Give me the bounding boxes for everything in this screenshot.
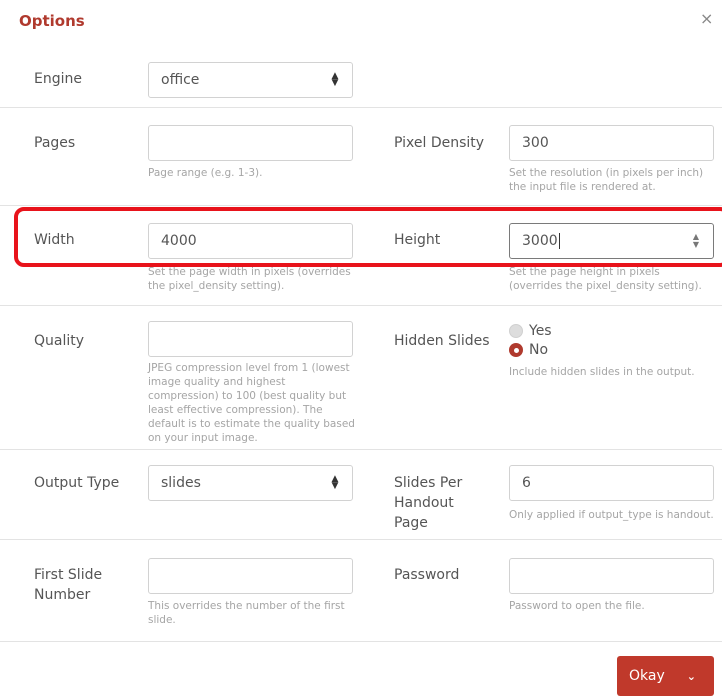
hidden-slides-help: Include hidden slides in the output.: [509, 366, 695, 378]
dialog-header: Options ×: [0, 0, 722, 44]
width-label: Width: [34, 232, 75, 248]
first-slide-number-help: This overrides the number of the first s…: [148, 600, 345, 626]
height-label: Height: [394, 232, 441, 248]
password-help: Password to open the file.: [509, 600, 645, 612]
row-pages: Pages Page range (e.g. 1-3). Pixel Densi…: [0, 108, 722, 206]
close-icon[interactable]: ×: [700, 11, 713, 27]
quality-input[interactable]: [148, 321, 353, 357]
password-label: Password: [394, 567, 460, 583]
hidden-slides-yes-label: Yes: [529, 323, 552, 339]
width-value: 4000: [161, 233, 197, 249]
output-type-select[interactable]: slides ▲ ▼: [148, 465, 353, 501]
quality-label: Quality: [34, 333, 85, 349]
quality-help: JPEG compression level from 1 (lowest im…: [148, 362, 355, 444]
height-input[interactable]: 3000 ▲ ▼: [509, 223, 714, 259]
first-slide-number-label: First Slide Number: [34, 567, 103, 603]
radio-checked-icon: [509, 343, 523, 357]
select-arrows-icon: ▲ ▼: [331, 474, 339, 491]
radio-unchecked-icon: [509, 324, 523, 338]
pages-help: Page range (e.g. 1-3).: [148, 167, 263, 179]
hidden-slides-yes-radio[interactable]: Yes: [509, 323, 552, 339]
select-arrows-icon: ▲ ▼: [331, 71, 339, 88]
slides-per-handout-label: Slides Per Handout Page: [394, 475, 463, 531]
password-input[interactable]: [509, 558, 714, 594]
engine-select-value: office: [161, 72, 200, 88]
output-type-label: Output Type: [34, 475, 120, 491]
stepper-arrows-icon[interactable]: ▲ ▼: [691, 233, 701, 249]
pixel-density-help: Set the resolution (in pixels per inch) …: [509, 167, 704, 193]
row-engine: Engine office ▲ ▼: [0, 44, 722, 108]
hidden-slides-no-label: No: [529, 342, 549, 358]
first-slide-number-input[interactable]: [148, 558, 353, 594]
pixel-density-value: 300: [522, 135, 549, 151]
row-output-type: Output Type slides ▲ ▼ Slides Per Handout…: [0, 450, 722, 540]
okay-button-label: Okay: [629, 668, 665, 684]
hidden-slides-label: Hidden Slides: [394, 333, 490, 349]
slides-per-handout-help: Only applied if output_type is handout.: [509, 509, 714, 521]
engine-select[interactable]: office ▲ ▼: [148, 62, 353, 98]
pages-label: Pages: [34, 135, 76, 151]
chevron-down-icon: ⌄: [686, 669, 696, 683]
pages-input[interactable]: [148, 125, 353, 161]
row-first-slide: First Slide Number This overrides the nu…: [0, 540, 722, 642]
okay-button[interactable]: Okay ⌄: [617, 656, 714, 696]
output-type-value: slides: [161, 475, 201, 491]
width-input[interactable]: 4000: [148, 223, 353, 259]
row-dimensions: Width 4000 Set the page width in pixels …: [0, 206, 722, 306]
hidden-slides-no-radio[interactable]: No: [509, 342, 548, 358]
text-cursor: [558, 233, 560, 249]
pixel-density-label: Pixel Density: [394, 135, 485, 151]
height-help: Set the page height in pixels (overrides…: [509, 266, 702, 292]
dialog-title: Options: [19, 12, 85, 30]
engine-label: Engine: [34, 71, 82, 87]
pixel-density-input[interactable]: 300: [509, 125, 714, 161]
height-value: 3000: [522, 233, 558, 249]
slides-per-handout-input[interactable]: 6: [509, 465, 714, 501]
row-quality: Quality JPEG compression level from 1 (l…: [0, 306, 722, 450]
width-help: Set the page width in pixels (overrides …: [148, 266, 351, 292]
slides-per-handout-value: 6: [522, 475, 531, 491]
